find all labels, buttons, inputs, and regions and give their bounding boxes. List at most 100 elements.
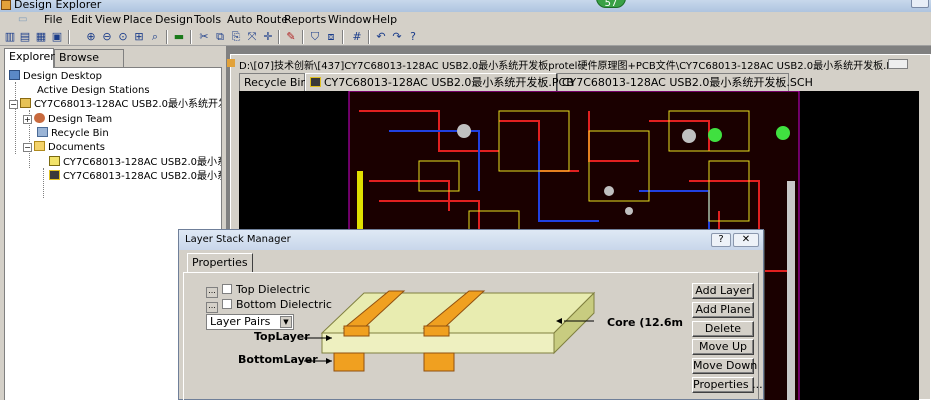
menu-auto-route[interactable]: Auto Route xyxy=(227,13,288,26)
desktop-icon xyxy=(9,70,20,80)
system-menu-icon[interactable]: ▭ xyxy=(18,14,32,25)
zoom-in-icon[interactable]: ⊕ xyxy=(84,30,98,44)
properties-panel: ... Top Dielectric ... Bottom Dielectric L… xyxy=(183,272,763,400)
menu-view[interactable]: View xyxy=(95,13,121,26)
move-up-button[interactable]: Move Up xyxy=(692,339,754,355)
expand-icon[interactable]: + xyxy=(23,115,32,124)
toolbar-separator xyxy=(166,30,168,44)
select-icon[interactable]: ⤧ xyxy=(245,30,259,44)
toggle-explorer-icon[interactable]: ▥ xyxy=(3,30,17,44)
tab-sch-document[interactable]: CY7C68013-128AC USB2.0最小系统开发板.SCH xyxy=(557,73,813,91)
toolbar-separator xyxy=(302,30,304,44)
core-label: Core (12.6m xyxy=(607,316,683,329)
move-icon[interactable]: ✛ xyxy=(261,30,275,44)
tree-item-database[interactable]: −CY7C68013-128AC USB2.0最小系统开发板.D xyxy=(9,98,221,112)
grid-icon[interactable]: # xyxy=(350,30,364,44)
menu-tools[interactable]: Tools xyxy=(194,13,221,26)
notification-badge: 57 xyxy=(596,0,626,9)
print-icon[interactable]: ▣ xyxy=(50,30,64,44)
document-titlebar: D:\[07]技术创新\[437]CY7C68013-128AC USB2.0最… xyxy=(227,55,930,73)
copy-icon[interactable]: ⧉ xyxy=(213,30,227,44)
tree-item-design-team[interactable]: + Design Team xyxy=(23,113,112,127)
redo-icon[interactable]: ↷ xyxy=(390,30,404,44)
toolbar-separator xyxy=(278,30,280,44)
menu-help[interactable]: Help xyxy=(372,13,397,26)
menubar: ▭ File Edit View Place Design Tools Auto… xyxy=(0,12,931,28)
chevron-down-icon: ▼ xyxy=(280,316,292,328)
tree-item-schematic[interactable]: CY7C68013-128AC USB2.0最小系统开 xyxy=(49,156,221,170)
save-icon[interactable]: ▦ xyxy=(34,30,48,44)
database-icon xyxy=(20,98,31,108)
paste-icon[interactable]: ⎘ xyxy=(229,30,243,44)
tree-item-pcb[interactable]: CY7C68013-128AC USB2.0最小系统开 xyxy=(49,170,221,184)
help-icon[interactable]: ? xyxy=(406,30,420,44)
delete-button[interactable]: Delete xyxy=(692,321,754,337)
toolbar-separator xyxy=(68,30,70,44)
app-icon xyxy=(1,0,11,10)
app-title: Design Explorer xyxy=(14,0,102,11)
document-icon xyxy=(227,59,235,67)
tab-explorer[interactable]: Explorer xyxy=(4,48,55,68)
document-tabs: Recycle Bin CY7C68013-128AC USB2.0最小系统开发… xyxy=(239,73,929,91)
properties-button[interactable]: Properties ... xyxy=(692,377,763,393)
tree-line xyxy=(15,82,16,154)
browse-library-icon[interactable]: ⧈ xyxy=(324,30,338,44)
add-layer-button[interactable]: Add Layer xyxy=(692,283,754,299)
layer-stack-illustration xyxy=(304,290,596,372)
dialog-title: Layer Stack Manager xyxy=(185,234,291,245)
close-button[interactable]: ✕ xyxy=(733,233,759,247)
toolbar-separator xyxy=(368,30,370,44)
pcb-file-icon xyxy=(310,77,321,87)
tree-item-design-desktop[interactable]: Design Desktop xyxy=(9,70,102,84)
bottom-layer-label: BottomLayer xyxy=(238,353,318,366)
help-button[interactable]: ? xyxy=(711,233,731,247)
tree-line xyxy=(43,168,44,198)
add-plane-button[interactable]: Add Plane xyxy=(692,302,754,318)
top-layer-label: TopLayer xyxy=(254,330,310,343)
menu-window[interactable]: Window xyxy=(328,13,371,26)
toolbar-separator xyxy=(342,30,344,44)
cut-icon[interactable]: ✂ xyxy=(197,30,211,44)
top-dielectric-options-button[interactable]: ... xyxy=(206,287,218,298)
menu-place[interactable]: Place xyxy=(123,13,152,26)
zoom-out-icon[interactable]: ⊖ xyxy=(100,30,114,44)
zoom-area-icon[interactable]: ⊞ xyxy=(132,30,146,44)
collapse-icon[interactable]: − xyxy=(23,143,32,152)
pcb-file-icon xyxy=(49,170,60,180)
bottom-dielectric-options-button[interactable]: ... xyxy=(206,302,218,313)
menu-edit[interactable]: Edit xyxy=(71,13,92,26)
toolbar-separator xyxy=(190,30,192,44)
recycle-bin-icon xyxy=(37,127,48,137)
open-icon[interactable]: ▤ xyxy=(18,30,32,44)
component-icon[interactable]: ▬ xyxy=(172,30,186,44)
move-down-button[interactable]: Move Down xyxy=(692,358,757,374)
tab-browse-pcb[interactable]: Browse PCB xyxy=(54,49,124,80)
library-icon[interactable]: ⛉ xyxy=(308,30,322,44)
station-icon xyxy=(23,84,34,94)
layer-stack-manager-dialog: Layer Stack Manager ? ✕ Properties ... To… xyxy=(178,229,764,400)
pencil-icon[interactable]: ✎ xyxy=(284,30,298,44)
layer-pairs-select[interactable]: Layer Pairs ▼ xyxy=(206,314,294,330)
zoom-fit-icon[interactable]: ⊙ xyxy=(116,30,130,44)
zoom-select-icon[interactable]: ⌕ xyxy=(148,30,162,44)
dialog-titlebar: Layer Stack Manager ? ✕ xyxy=(179,230,763,250)
menu-design[interactable]: Design xyxy=(155,13,193,26)
tree-item-active-stations[interactable]: Active Design Stations xyxy=(23,84,150,98)
minimize-button[interactable] xyxy=(888,59,908,69)
collapse-icon[interactable]: − xyxy=(9,100,18,109)
tree-item-documents[interactable]: − Documents xyxy=(23,141,105,155)
menu-reports[interactable]: Reports xyxy=(284,13,326,26)
app-titlebar: Design Explorer 57 xyxy=(0,0,931,12)
top-dielectric-checkbox[interactable] xyxy=(222,284,232,294)
folder-icon xyxy=(34,141,45,151)
window-control-button[interactable] xyxy=(911,0,929,8)
tab-pcb-document[interactable]: CY7C68013-128AC USB2.0最小系统开发板.PCB xyxy=(305,73,574,91)
tab-properties[interactable]: Properties xyxy=(187,253,253,273)
bottom-dielectric-checkbox[interactable] xyxy=(222,299,232,309)
menu-file[interactable]: File xyxy=(44,13,62,26)
main-toolbar: ▥ ▤ ▦ ▣ ⊕ ⊖ ⊙ ⊞ ⌕ ▬ ✂ ⧉ ⎘ ⤧ ✛ ✎ ⛉ ⧈ # ↶ … xyxy=(0,28,931,46)
undo-icon[interactable]: ↶ xyxy=(374,30,388,44)
tree-item-recycle-bin[interactable]: Recycle Bin xyxy=(37,127,109,141)
tab-recycle-bin[interactable]: Recycle Bin xyxy=(239,73,307,91)
document-path: D:\[07]技术创新\[437]CY7C68013-128AC USB2.0最… xyxy=(239,61,909,72)
